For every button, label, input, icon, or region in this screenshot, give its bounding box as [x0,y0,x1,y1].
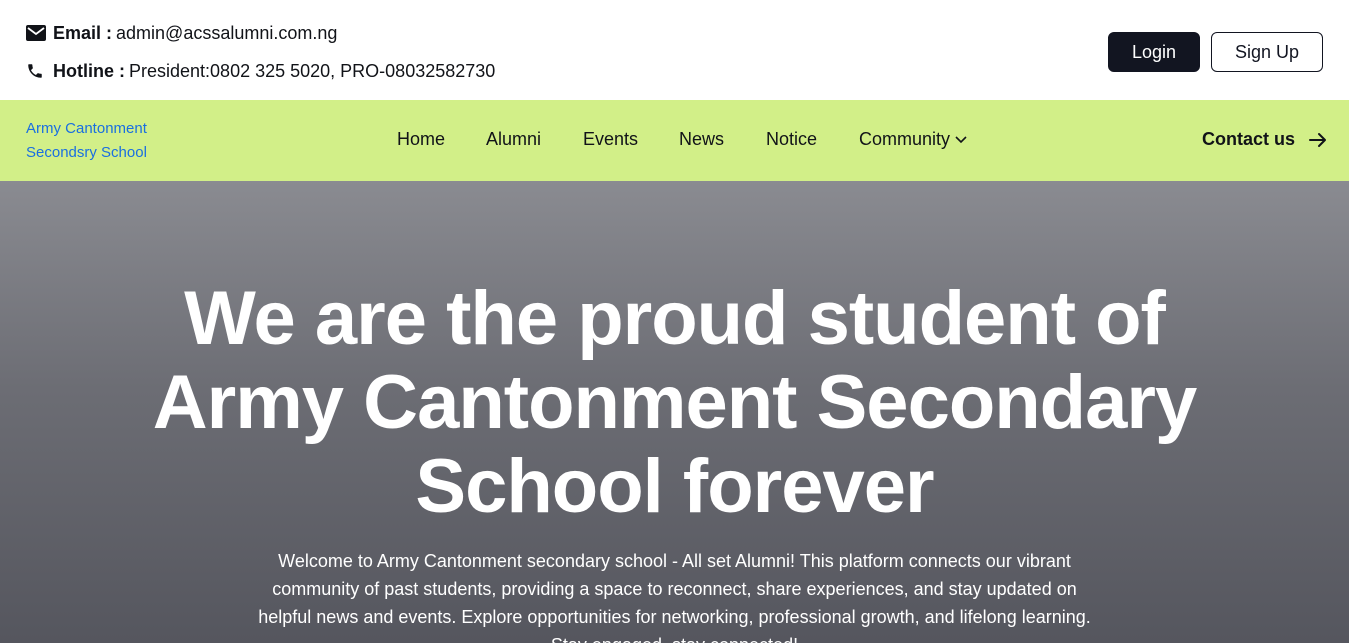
nav-home[interactable]: Home [397,129,445,150]
hero-section: We are the proud student of Army Cantonm… [0,181,1349,643]
hero-text-line-4: Stay engaged, stay connected! [250,631,1099,643]
brand-logo-link[interactable]: Army Cantonment Secondsry School [26,117,176,165]
hotline-contact: Hotline : President:0802 325 5020, PRO-0… [26,60,495,82]
email-label: Email : [53,22,113,43]
hotline-numbers[interactable]: President:0802 325 5020, PRO-08032582730 [129,61,495,82]
hero-text-line-3: helpful news and events. Explore opportu… [258,607,1091,627]
hero-description: Welcome to Army Cantonment secondary sch… [250,547,1099,643]
nav-community[interactable]: Community [859,129,967,150]
nav-events[interactable]: Events [583,129,638,150]
hotline-label: Hotline : [53,60,125,81]
hero-title-line-1: We are the proud student of [184,276,1166,361]
arrow-right-icon [1309,132,1327,148]
contact-us-link[interactable]: Contact us [1202,129,1327,150]
nav-news[interactable]: News [679,129,724,150]
hero-text-line-1: Welcome to Army Cantonment secondary sch… [278,551,1071,571]
nav-community-label: Community [859,129,951,149]
email-address[interactable]: admin@acssalumni.com.ng [116,23,337,44]
contact-us-label: Contact us [1202,129,1296,149]
signup-button[interactable]: Sign Up [1211,32,1323,72]
nav-notice[interactable]: Notice [766,129,817,150]
brand-line-2: Secondsry School [26,144,147,161]
brand-line-1: Army Cantonment [26,120,147,137]
hero-title: We are the proud student of Army Cantonm… [0,277,1349,529]
top-contact-bar: Email : admin@acssalumni.com.ng Hotline … [0,0,1349,100]
login-button[interactable]: Login [1108,32,1200,72]
hero-text-line-2: community of past students, providing a … [272,579,1077,599]
envelope-icon [26,22,48,44]
hero-title-line-3: School forever [415,444,934,529]
nav-alumni[interactable]: Alumni [486,129,541,150]
chevron-down-icon [955,135,967,144]
hero-title-line-2: Army Cantonment Secondary [152,360,1197,445]
email-contact: Email : admin@acssalumni.com.ng [26,22,337,44]
phone-icon [26,60,48,82]
main-navbar: Army Cantonment Secondsry School Home Al… [0,100,1349,181]
